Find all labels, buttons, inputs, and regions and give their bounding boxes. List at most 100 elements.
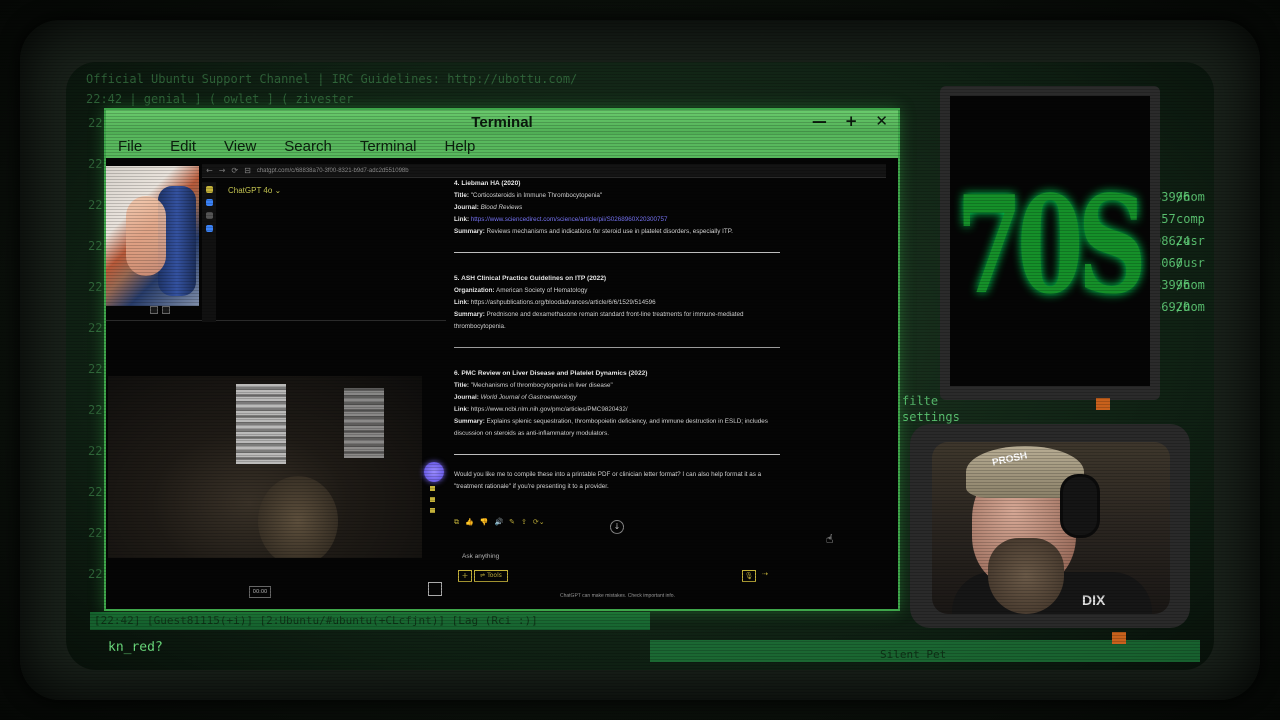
minimize-button[interactable]: — (812, 112, 827, 130)
menu-edit[interactable]: Edit (170, 138, 196, 155)
message-actions: ⧉ 👍 👎 🔊 ✎ ⇪ ⟳⌄ (454, 518, 545, 527)
stop-square-button[interactable] (428, 582, 442, 596)
read-aloud-icon[interactable]: 🔊 (494, 518, 503, 527)
ref-label: Link: (454, 299, 470, 306)
hand-image (126, 196, 166, 276)
search-icon[interactable] (205, 212, 213, 219)
ref-summary: Explains splenic sequestration, thrombop… (454, 418, 768, 437)
ref-heading: 4. Liebman HA (2020) (454, 180, 521, 187)
url-text[interactable]: chatgpt.com/c/68838a70-3f00-8321-b9d7-ad… (257, 168, 409, 174)
assistant-orb-icon[interactable] (424, 462, 444, 482)
stream-scene: Official Ubuntu Support Channel | IRC Gu… (0, 0, 1280, 720)
ref-heading: 6. PMC Review on Liver Disease and Plate… (454, 370, 648, 377)
mini-tool-icon[interactable] (430, 508, 435, 513)
disclaimer-text: ChatGPT can make mistakes. Check importa… (560, 593, 675, 599)
menu-search[interactable]: Search (284, 138, 332, 155)
reference-5: 5. ASH Clinical Practice Guidelines on I… (454, 273, 784, 333)
ref-label: Organization: (454, 287, 495, 294)
cam-pin-button[interactable] (150, 306, 158, 314)
reload-icon[interactable]: ⟳ (231, 166, 238, 175)
ref-label: Summary: (454, 418, 485, 425)
ref-summary: Prednisone and dexamethasone remain stan… (454, 311, 744, 330)
poster-frame: 70S (940, 86, 1160, 400)
window-blinds-image (344, 388, 384, 458)
mouse-cursor-icon: ☝ (826, 532, 834, 546)
ref-journal: World Journal of Gastroenterology (480, 394, 577, 401)
webcam-room-view (108, 376, 422, 558)
ref-journal: Blood Reviews (480, 204, 523, 211)
tools-button[interactable]: ⇌ Tools (474, 570, 508, 582)
ref-label: Journal: (454, 204, 479, 211)
shirt-logo-text: DIX (1082, 592, 1106, 608)
model-selector[interactable]: ChatGPT 4o ⌄ (228, 186, 281, 195)
openai-logo-icon[interactable] (205, 186, 213, 193)
close-button[interactable]: ✕ (875, 112, 888, 130)
ref-heading: 5. ASH Clinical Practice Guidelines on I… (454, 275, 607, 282)
ask-input[interactable]: Ask anything (462, 553, 499, 560)
webcam-timer: 00:00 (249, 586, 271, 598)
terminal-title: Terminal (471, 113, 533, 131)
menu-view[interactable]: View (224, 138, 256, 155)
cam-indicator-light (1112, 632, 1126, 644)
menu-terminal[interactable]: Terminal (360, 138, 417, 155)
irc-status-text: [22:42] [Guest81115(+i)] [2:Ubuntu/#ubun… (94, 614, 538, 627)
thumbs-up-icon[interactable]: 👍 (465, 518, 474, 527)
thumbs-down-icon[interactable]: 👎 (480, 518, 489, 527)
irc-bottom-text: Silent Pet (880, 648, 947, 661)
window-blinds-image (236, 384, 286, 464)
chat-sidebar (202, 182, 216, 322)
closing-message: Would you like me to compile these into … (454, 471, 762, 490)
headset-image (1060, 474, 1100, 538)
mic-icon[interactable]: 🎙 (742, 570, 756, 582)
ref-label: Journal: (454, 394, 479, 401)
mini-tool-icon[interactable] (430, 497, 435, 502)
voice-mode-icon[interactable]: ⇢ (762, 570, 768, 578)
ref-link[interactable]: https://ashpublications.org/bloodadvance… (471, 299, 656, 306)
streamer-cam-frame: PROSH DIX (910, 424, 1190, 628)
share-icon[interactable]: ⇪ (521, 518, 527, 527)
ref-link[interactable]: https://www.sciencedirect.com/science/ar… (471, 216, 668, 223)
streamer-cam: PROSH DIX (932, 442, 1170, 614)
mini-tool-icon[interactable] (430, 486, 435, 491)
irc-path: /usr (1176, 234, 1205, 248)
maximize-button[interactable]: + (845, 112, 858, 130)
poster-indicator-light (1096, 398, 1110, 410)
terminal-body: ← → ⟳ ⊟ chatgpt.com/c/68838a70-3f00-8321… (106, 158, 898, 609)
library-icon[interactable] (205, 225, 213, 232)
ref-label: Title: (454, 382, 469, 389)
ref-label: Summary: (454, 311, 485, 318)
irc-topic: Official Ubuntu Support Channel | IRC Gu… (86, 72, 578, 86)
ref-label: Link: (454, 406, 470, 413)
back-icon[interactable]: ← (206, 166, 213, 175)
separator (454, 454, 780, 455)
browser-addressbar[interactable]: ← → ⟳ ⊟ chatgpt.com/c/68838a70-3f00-8321… (202, 164, 886, 178)
ref-label: Summary: (454, 228, 485, 235)
ref-organization: American Society of Hematology (496, 287, 588, 294)
chat-response: 4. Liebman HA (2020) Title: "Corticoster… (454, 178, 784, 493)
poster-graffiti-text: 70S (956, 166, 1147, 325)
irc-word: settings (902, 410, 960, 424)
forward-icon[interactable]: → (219, 166, 226, 175)
irc-prompt[interactable]: kn_red? (108, 640, 163, 655)
terminal-titlebar[interactable]: Terminal — + ✕ (106, 110, 898, 134)
cam-close-button[interactable] (162, 306, 170, 314)
irc-path: comp (1176, 212, 1205, 226)
poster: 70S (950, 96, 1150, 386)
scroll-down-button[interactable]: ↓ (610, 520, 624, 534)
regenerate-icon[interactable]: ⟳⌄ (533, 518, 545, 527)
ref-link[interactable]: https://www.ncbi.nlm.nih.gov/pmc/article… (471, 406, 628, 413)
new-chat-icon[interactable] (205, 199, 213, 206)
ref-title: "Mechanisms of thrombocytopenia in liver… (470, 382, 613, 389)
edit-icon[interactable]: ✎ (509, 518, 515, 527)
menu-file[interactable]: File (118, 138, 142, 155)
site-info-icon[interactable]: ⊟ (244, 166, 251, 175)
irc-path: /hom (1176, 278, 1205, 292)
reference-4: 4. Liebman HA (2020) Title: "Corticoster… (454, 178, 784, 238)
menu-help[interactable]: Help (445, 138, 476, 155)
irc-nicklist: 22:42 | genial ] ( owlet ] ( zivester (86, 92, 354, 106)
terminal-window: Terminal — + ✕ File Edit View Search Ter… (104, 108, 900, 611)
attach-button[interactable]: + (458, 570, 472, 582)
copy-icon[interactable]: ⧉ (454, 518, 459, 527)
pane-divider (106, 320, 446, 321)
ref-title: "Corticosteroids in Immune Thrombocytope… (470, 192, 603, 199)
